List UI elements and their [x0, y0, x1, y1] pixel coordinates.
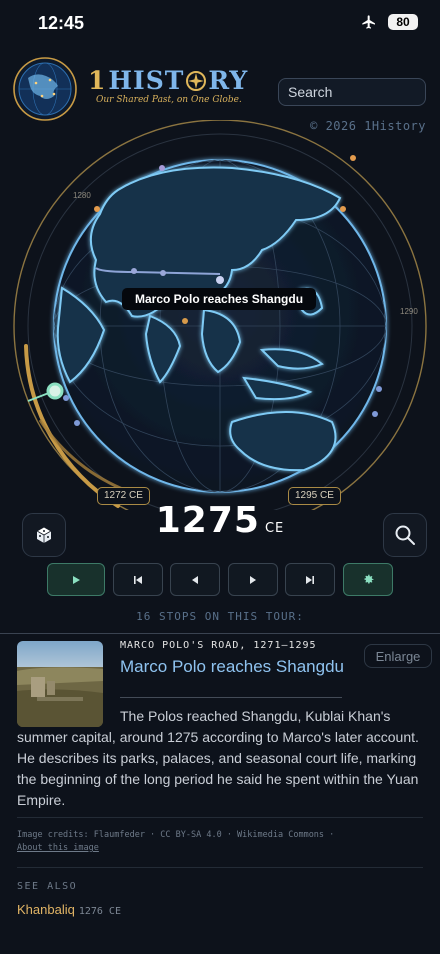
year-era: CE	[264, 521, 285, 536]
title-rule	[120, 697, 342, 698]
next-stop-button[interactable]	[228, 563, 278, 596]
ring-label-1280: 1280	[73, 191, 91, 200]
settings-button[interactable]	[343, 563, 393, 596]
see-also-divider	[17, 867, 423, 868]
magnifier-icon	[395, 525, 415, 545]
tagline: Our Shared Past, on One Globe.	[96, 95, 242, 105]
skip-forward-icon	[306, 575, 314, 584]
ring-label-1290: 1290	[400, 307, 418, 316]
image-credits: Image credits: Flaumfeder · CC BY-SA 4.0…	[17, 829, 334, 855]
step-forward-icon	[250, 575, 256, 584]
logo-globe-icon[interactable]	[12, 56, 78, 122]
see-also-year: 1276 CE	[78, 906, 121, 917]
see-also-name[interactable]: Khanbaliq	[17, 902, 75, 917]
enlarge-button[interactable]: Enlarge	[364, 644, 432, 668]
brand-one: 1	[88, 66, 107, 95]
compass-icon	[186, 70, 207, 91]
globe-view[interactable]	[0, 120, 440, 510]
step-back-icon	[192, 575, 198, 584]
previous-stop-button[interactable]	[170, 563, 220, 596]
see-also-item[interactable]: Khanbaliq 1276 CE	[17, 902, 121, 917]
status-icons: 80	[360, 14, 418, 30]
gear-icon	[363, 574, 373, 584]
credits-text: Image credits: Flaumfeder · CC BY-SA 4.0…	[17, 830, 335, 840]
play-icon	[73, 575, 80, 584]
skip-back-icon	[134, 575, 142, 584]
airplane-icon	[362, 15, 375, 29]
stops-count: 16 STOPS ON THIS TOUR:	[136, 610, 304, 623]
brand-text-a: HIST	[108, 66, 185, 95]
section-divider	[0, 633, 440, 634]
brand-logo[interactable]: 1 HIST RY	[88, 66, 248, 95]
timeline-handle[interactable]	[46, 382, 64, 400]
route-label: MARCO POLO'S ROAD, 1271–1295	[120, 640, 317, 651]
brand-text-b: RY	[208, 66, 249, 95]
status-time: 12:45	[38, 13, 85, 33]
dice-icon	[36, 526, 52, 543]
year-value: 1275	[155, 500, 260, 541]
search-input[interactable]	[279, 79, 425, 105]
skip-to-end-button[interactable]	[285, 563, 335, 596]
event-tooltip: Marco Polo reaches Shangdu	[122, 288, 317, 310]
about-image-link[interactable]: About this image	[17, 843, 99, 853]
search-globe-button[interactable]	[383, 513, 427, 557]
play-button[interactable]	[47, 563, 105, 596]
event-description: The Polos reached Shangdu, Kublai Khan's…	[17, 708, 419, 808]
see-also-label: SEE ALSO	[17, 881, 78, 892]
random-event-button[interactable]	[22, 513, 66, 557]
credits-divider	[17, 817, 423, 818]
battery-indicator: 80	[388, 14, 418, 30]
search-box[interactable]	[278, 78, 426, 106]
skip-to-start-button[interactable]	[113, 563, 163, 596]
event-title: Marco Polo reaches Shangdu	[120, 657, 344, 676]
current-year: 1275 CE	[0, 500, 440, 541]
